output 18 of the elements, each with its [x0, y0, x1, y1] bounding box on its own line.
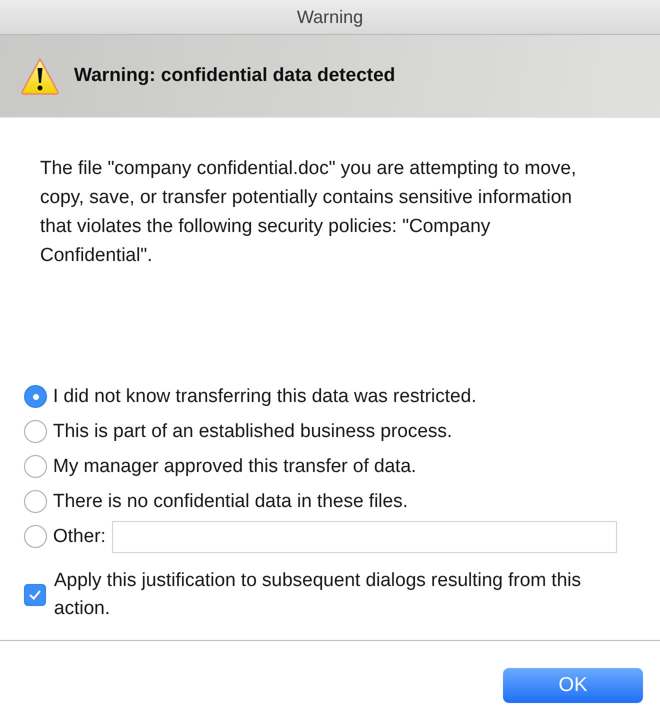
radio-button[interactable] — [24, 385, 47, 408]
option-label[interactable]: My manager approved this transfer of data. — [53, 456, 416, 478]
check-icon — [28, 588, 42, 602]
warning-icon — [20, 57, 60, 95]
radio-button[interactable] — [24, 525, 47, 548]
message-text: The file "company confidential.doc" you are attempting to move, copy, save, or transfer potentially contains sensitive information that violates the following security policies: "Company Confidential". — [40, 157, 578, 268]
option-label[interactable]: This is part of an established business process. — [53, 420, 452, 442]
radio-button[interactable] — [24, 490, 47, 513]
other-input-field[interactable] — [112, 520, 617, 552]
radio-button[interactable] — [24, 420, 47, 443]
option-label[interactable]: I did not know transferring this data was restricted. — [53, 386, 476, 408]
header-title: Warning: confidential data detected — [74, 65, 396, 87]
checkbox-label[interactable]: Apply this justification to subsequent dialogs resulting from this action. — [54, 567, 594, 623]
option-label[interactable]: There is no confidential data in these files. — [53, 490, 408, 512]
option-label[interactable]: Other: — [53, 526, 106, 548]
window-title: Warning — [296, 6, 364, 28]
radio-button[interactable] — [24, 455, 47, 478]
checkbox[interactable] — [24, 584, 46, 606]
